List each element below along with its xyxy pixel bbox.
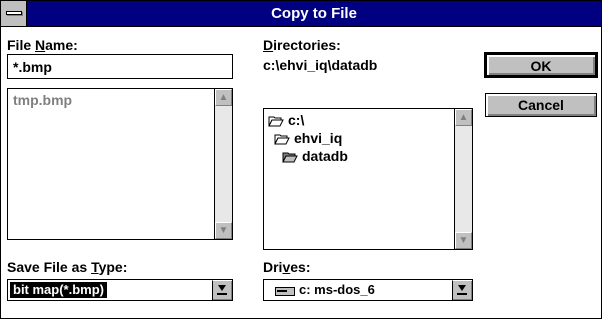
system-menu-button[interactable] xyxy=(1,1,27,26)
system-menu-icon xyxy=(6,11,22,15)
scroll-down-icon[interactable]: ▼ xyxy=(215,222,232,239)
scroll-up-icon[interactable]: ▲ xyxy=(455,109,472,126)
chevron-down-icon xyxy=(458,285,466,291)
open-folder-icon xyxy=(268,116,284,127)
directories-label: Directories: xyxy=(263,37,341,53)
file-list-item[interactable]: tmp.bmp xyxy=(13,92,72,108)
directory-item-ehvi-iq[interactable]: ehvi_iq xyxy=(274,130,342,146)
ok-button[interactable]: OK xyxy=(484,52,598,78)
file-list[interactable]: tmp.bmp ▲ ▼ xyxy=(7,88,233,240)
save-type-select[interactable]: bit map(*.bmp) xyxy=(7,279,233,301)
open-folder-icon xyxy=(274,134,290,145)
directory-item-root[interactable]: c:\ xyxy=(268,112,304,128)
drives-label: Drives: xyxy=(263,259,311,275)
drive-icon xyxy=(275,286,295,296)
scroll-down-icon[interactable]: ▼ xyxy=(455,232,472,249)
drives-select[interactable]: c: ms-dos_6 xyxy=(263,279,473,301)
drives-value: c: ms-dos_6 xyxy=(272,282,378,298)
cancel-button[interactable]: Cancel xyxy=(485,93,597,117)
save-type-value: bit map(*.bmp) xyxy=(10,282,107,298)
directory-item-datadb[interactable]: datadb xyxy=(282,148,348,164)
dropdown-button[interactable] xyxy=(212,280,232,300)
title-bar: Copy to File xyxy=(1,1,601,27)
file-name-input[interactable]: *.bmp xyxy=(7,54,233,79)
chevron-down-icon xyxy=(218,285,226,291)
copy-to-file-dialog: Copy to File File Name: *.bmp tmp.bmp ▲ … xyxy=(0,0,602,319)
save-type-label: Save File as Type: xyxy=(7,259,128,275)
scroll-up-icon[interactable]: ▲ xyxy=(215,89,232,106)
directory-tree-scrollbar[interactable]: ▲ ▼ xyxy=(454,109,472,249)
open-folder-icon xyxy=(282,152,298,163)
window-title: Copy to File xyxy=(271,5,357,22)
current-directory-path: c:\ehvi_iq\datadb xyxy=(263,57,378,73)
dropdown-button[interactable] xyxy=(452,280,472,300)
directory-tree[interactable]: c:\ ehvi_iq datadb ▲ ▼ xyxy=(263,108,473,250)
file-name-label: File Name: xyxy=(7,37,78,53)
file-list-scrollbar[interactable]: ▲ ▼ xyxy=(214,89,232,239)
